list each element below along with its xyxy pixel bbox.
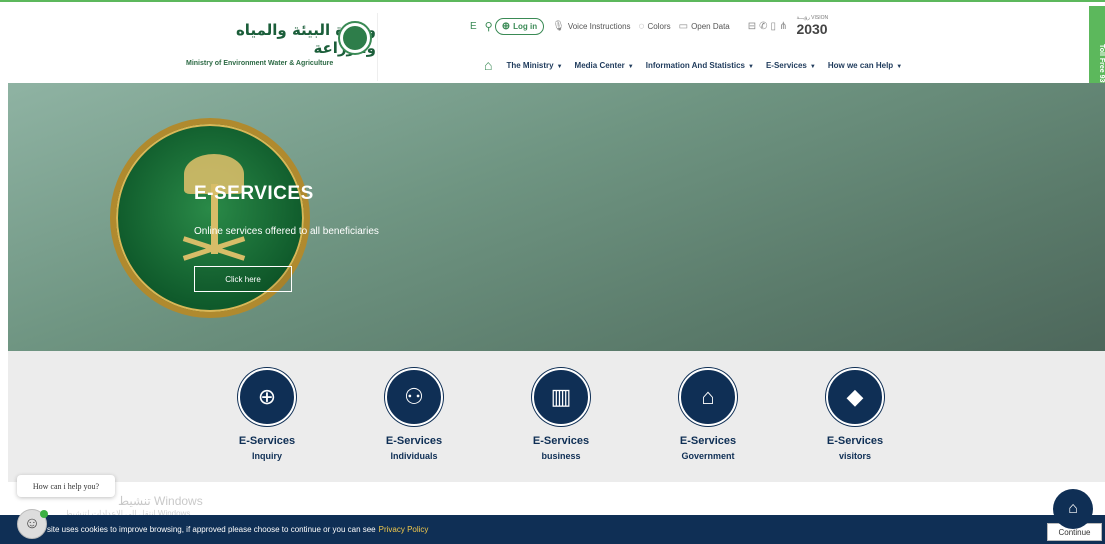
hero-subtitle: Online services offered to all beneficia…	[194, 226, 379, 237]
colors-link[interactable]: ◌ Colors	[639, 21, 671, 32]
nav-item-ministry[interactable]: The Ministry ▼	[506, 61, 562, 70]
main-nav: ⌂ The Ministry ▼ Media Center ▼ Informatio…	[484, 55, 914, 75]
search-icon[interactable]: ⚲	[485, 20, 493, 33]
language-toggle[interactable]: E	[470, 21, 477, 32]
ministry-logo[interactable]: وزارة البيئة والمياه والزراعة Ministry o…	[186, 19, 376, 69]
service-title: E-Services	[532, 435, 590, 447]
service-title: E-Services	[385, 435, 443, 447]
nav-item-media-center[interactable]: Media Center ▼	[575, 61, 634, 70]
caret-down-icon: ▼	[896, 63, 903, 70]
palm-emblem-icon	[338, 21, 372, 55]
service-visitors[interactable]: ◆ E-Services visitors	[815, 368, 895, 461]
caret-down-icon: ▼	[748, 63, 754, 70]
voice-instructions-link[interactable]: 🎙 Voice Instructions	[552, 21, 630, 32]
saudi-map-icon: ◆	[826, 368, 884, 426]
nav-label: Media Center	[574, 60, 625, 70]
service-title: E-Services	[679, 435, 737, 447]
cookie-message: site uses cookies to improve browsing, i…	[47, 525, 376, 534]
privacy-policy-link[interactable]: Privacy Policy	[379, 525, 429, 534]
nav-item-e-services[interactable]: E-Services ▼	[766, 61, 816, 70]
sitemap-box-icon[interactable]: ⊟	[748, 21, 756, 32]
vision-2030-logo[interactable]: رؤيـــة VISION 2030	[796, 15, 828, 37]
voice-label: Voice Instructions	[567, 21, 631, 31]
site-header: وزارة البيئة والمياه والزراعة Ministry o…	[0, 5, 1089, 83]
colors-label: Colors	[647, 21, 671, 31]
service-individuals[interactable]: ⚇ E-Services Individuals	[374, 368, 454, 461]
service-subtitle: visitors	[838, 451, 871, 461]
login-icon: ⊕	[501, 20, 511, 32]
nav-label: The Ministry	[506, 60, 554, 70]
service-subtitle: business	[541, 451, 581, 461]
nav-label: E-Services	[765, 60, 807, 70]
logo-english-name: Ministry of Environment Water & Agricult…	[186, 60, 334, 67]
caret-down-icon: ▼	[809, 63, 816, 70]
cookie-banner: site uses cookies to improve browsing, i…	[0, 515, 1105, 544]
chat-prompt-bubble[interactable]: How can i help you?	[17, 475, 115, 497]
hero-click-here-button[interactable]: Click here	[194, 266, 292, 292]
service-business[interactable]: ▥ E-Services business	[521, 368, 601, 461]
online-status-icon	[40, 510, 48, 518]
microphone-icon: 🎙	[552, 20, 565, 32]
hero-title: E-SERVICES	[194, 183, 314, 204]
service-subtitle: Individuals	[390, 451, 438, 461]
nav-label: How we can Help	[827, 60, 894, 70]
header-divider	[377, 13, 378, 81]
nav-label: Information And Statistics	[645, 60, 745, 70]
open-data-link[interactable]: ▭ Open Data	[679, 21, 730, 32]
open-data-label: Open Data	[691, 21, 730, 31]
scroll-top-button[interactable]: ⌂	[1053, 489, 1093, 529]
caret-down-icon: ▼	[556, 63, 563, 70]
hero-banner: E-SERVICES Online services offered to al…	[8, 83, 1105, 351]
service-subtitle: Government	[681, 451, 735, 461]
people-icon: ⚇	[385, 368, 443, 426]
service-inquiry[interactable]: ⊕ E-Services Inquiry	[227, 368, 307, 461]
nav-item-help[interactable]: How we can Help ▼	[828, 61, 902, 70]
folder-icon: ▭	[678, 20, 689, 32]
passport-icon: ⊕	[238, 368, 296, 426]
login-label: Log in	[513, 21, 538, 31]
home-icon[interactable]: ⌂	[484, 57, 492, 73]
government-icon: ⌂	[679, 368, 737, 426]
service-subtitle: Inquiry	[251, 451, 282, 461]
utility-bar: E ⚲ ⊕ Log in 🎙 Voice Instructions ◌ Colors …	[470, 15, 836, 37]
eye-slash-icon: ◌	[638, 20, 645, 32]
org-chart-icon[interactable]: ⋔	[779, 21, 787, 32]
service-title: E-Services	[238, 435, 296, 447]
nav-item-information-statistics[interactable]: Information And Statistics ▼	[646, 61, 754, 70]
phone-icon[interactable]: ✆	[759, 21, 767, 32]
service-government[interactable]: ⌂ E-Services Government	[668, 368, 748, 461]
building-icon: ▥	[532, 368, 590, 426]
login-button[interactable]: ⊕ Log in	[494, 17, 545, 35]
service-title: E-Services	[826, 435, 884, 447]
services-strip: ⊕ E-Services Inquiry ⚇ E-Services Indivi…	[8, 351, 1105, 482]
up-arrow-icon: ⌂	[1068, 500, 1078, 517]
mobile-icon[interactable]: ▯	[771, 21, 777, 32]
windows-activation-watermark: تنشيط Windows	[118, 494, 203, 508]
caret-down-icon: ▼	[627, 63, 634, 70]
vision-year: 2030	[796, 21, 828, 37]
